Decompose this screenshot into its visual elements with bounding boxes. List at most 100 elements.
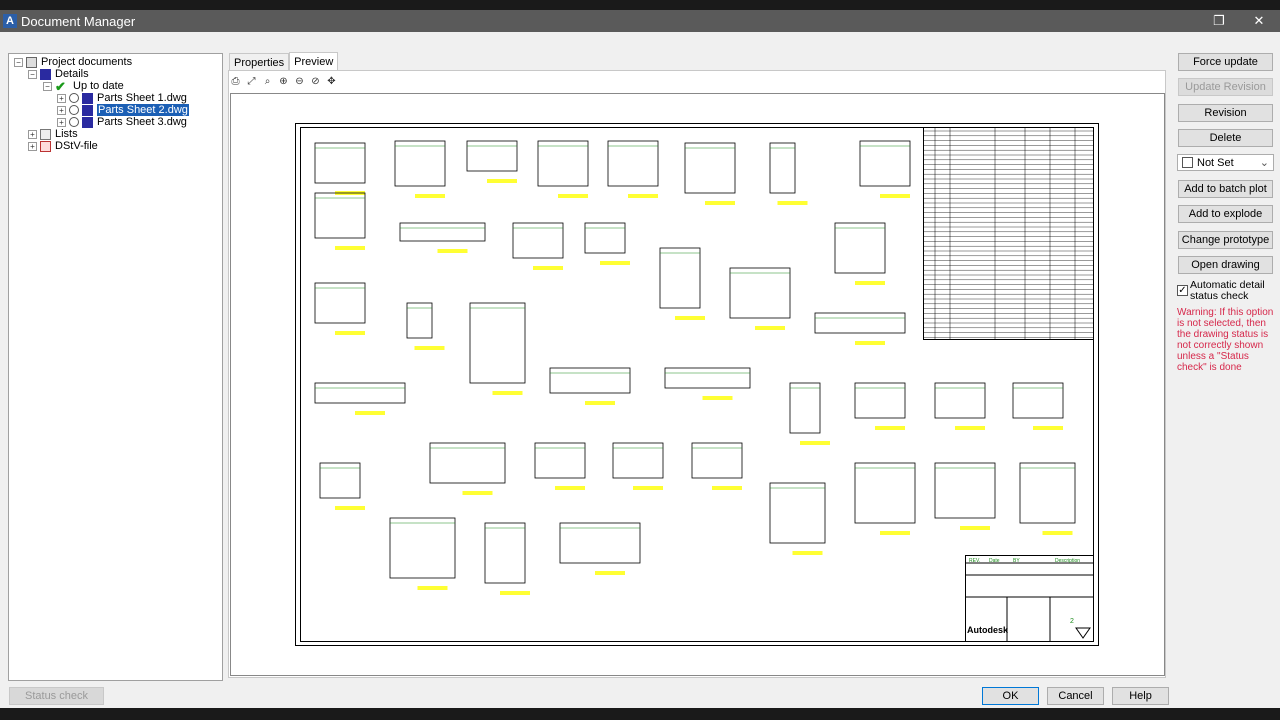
status-check-button[interactable]: Status check [9,687,104,705]
checkbox-checked-icon[interactable]: ✓ [1177,285,1188,296]
part-label-mark [1033,426,1063,430]
add-to-batch-plot-button[interactable]: Add to batch plot [1178,180,1273,198]
part-label-mark [487,179,517,183]
zoom-out-icon[interactable]: ⊖ [293,75,306,88]
lists-icon [40,128,51,140]
part-label-mark [462,491,493,495]
force-update-button[interactable]: Force update [1178,53,1273,71]
drawing-sheet: REV. Date BY Description Autodesk 2 [295,123,1099,646]
chevron-down-icon: ⌄ [1259,157,1269,169]
zoom-extents-icon[interactable]: ⤢ [245,75,258,88]
part-label-mark [633,486,663,490]
part-label-mark [875,426,905,430]
part-label-mark [705,201,735,205]
restore-icon[interactable]: ❐ [1204,10,1234,32]
tree-node-file[interactable]: + Parts Sheet 1.dwg [57,92,187,104]
part-label-mark [335,506,365,510]
revision-button[interactable]: Revision [1178,104,1273,122]
close-icon[interactable]: ✕ [1244,10,1274,32]
autocad-a-icon: A [3,14,17,28]
cancel-button[interactable]: Cancel [1047,687,1104,705]
pan-icon[interactable]: ✥ [325,75,338,88]
status-circle-icon [69,105,79,115]
tree-node-file[interactable]: + Parts Sheet 3.dwg [57,116,187,128]
select-value: Not Set [1197,156,1234,169]
expand-icon[interactable]: + [28,141,37,151]
part-label-mark [415,194,445,198]
checkmark-icon: ✔ [55,78,66,94]
add-to-explode-button[interactable]: Add to explode [1178,205,1273,223]
status-circle-icon [69,93,79,103]
expand-icon[interactable]: + [28,129,37,139]
part-label-mark [800,441,830,445]
zoom-window-icon[interactable]: ⌕ [261,75,274,88]
project-icon [26,56,37,68]
collapse-icon[interactable]: − [28,69,37,79]
tree-label: Lists [55,128,78,140]
tree-label: DStV-file [55,140,98,152]
part-label-mark [675,316,705,320]
title-header: Date [989,558,1000,564]
details-icon [40,68,51,80]
tab-bar: Properties Preview [229,52,339,70]
status-color-swatch [1182,157,1193,168]
part-label-mark [855,281,885,285]
tree-node-lists[interactable]: + Lists [28,128,78,140]
drawing-icon [82,92,93,104]
warning-text: Warning: If this option is not selected,… [1177,307,1274,373]
sheet-number: 2 [1070,618,1074,625]
auto-status-check-checkbox[interactable]: ✓ Automatic detail status check [1177,280,1277,302]
expand-icon[interactable]: + [57,105,66,115]
part-label-mark [355,411,385,415]
zoom-in-icon[interactable]: ⊕ [277,75,290,88]
tree-label: Up to date [73,80,124,92]
print-icon[interactable]: ⎙ [229,75,242,88]
window-title: Document Manager [21,13,136,29]
title-header: REV. [969,558,980,564]
part-label-mark [628,194,658,198]
part-label-mark [755,326,785,330]
tab-preview[interactable]: Preview [289,52,339,70]
tree-node-dstv[interactable]: + DStV-file [28,140,98,152]
expand-icon[interactable]: + [57,117,66,127]
part-label-mark [558,194,588,198]
tree-node-project-documents[interactable]: − Project documents [14,56,132,68]
part-label-mark [335,331,365,335]
part-label-mark [417,586,448,590]
preview-toolbar: ⎙ ⤢ ⌕ ⊕ ⊖ ⊘ ✥ [229,75,338,88]
title-header: Description [1055,558,1080,564]
status-select[interactable]: Not Set ⌄ [1177,154,1274,171]
part-label-mark [880,194,910,198]
screen-top-edge [0,0,1280,10]
tab-properties[interactable]: Properties [229,53,290,70]
document-tree[interactable]: − Project documents − Details − ✔ Up to … [8,53,223,681]
delete-button[interactable]: Delete [1178,129,1273,147]
collapse-icon[interactable]: − [43,81,52,91]
part-label-mark [960,526,990,530]
collapse-icon[interactable]: − [14,57,23,67]
tree-label: Parts Sheet 3.dwg [97,116,187,128]
update-revision-button[interactable]: Update Revision [1178,78,1273,96]
part-label-mark [492,391,523,395]
part-label-mark [955,426,985,430]
help-button[interactable]: Help [1112,687,1169,705]
screen-bottom-edge [0,708,1280,720]
part-label-mark [1042,531,1073,535]
zoom-previous-icon[interactable]: ⊘ [309,75,322,88]
tree-node-up-to-date[interactable]: − ✔ Up to date [43,78,124,94]
part-label-mark [500,591,530,595]
expand-icon[interactable]: + [57,93,66,103]
tree-label: Project documents [41,56,133,68]
part-label-mark [855,341,885,345]
drawing-icon [82,116,93,128]
tree-label: Parts Sheet 1.dwg [97,92,187,104]
part-label-mark [600,261,630,265]
tree-node-file-selected[interactable]: + Parts Sheet 2.dwg [57,104,189,116]
ok-button[interactable]: OK [982,687,1039,705]
checkbox-label: Automatic detail status check [1190,279,1265,302]
open-drawing-button[interactable]: Open drawing [1178,256,1273,274]
autodesk-logo: Autodesk [967,625,1009,635]
part-label-mark [335,246,365,250]
title-header: BY [1013,558,1020,564]
change-prototype-button[interactable]: Change prototype [1178,231,1273,249]
